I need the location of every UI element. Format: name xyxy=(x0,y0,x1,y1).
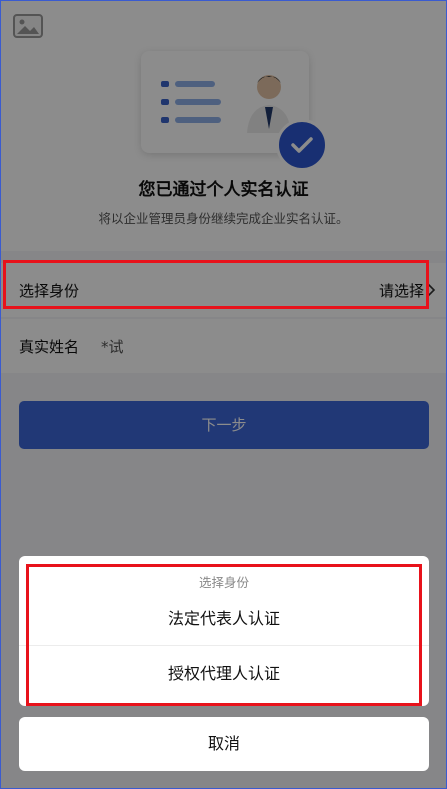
highlight-box-options xyxy=(26,564,422,706)
cancel-button[interactable]: 取消 xyxy=(19,717,429,771)
app-frame: 您已通过个人实名认证 将以企业管理员身份继续完成企业实名认证。 选择身份 请选择… xyxy=(0,0,447,789)
highlight-box-identity xyxy=(3,260,429,309)
